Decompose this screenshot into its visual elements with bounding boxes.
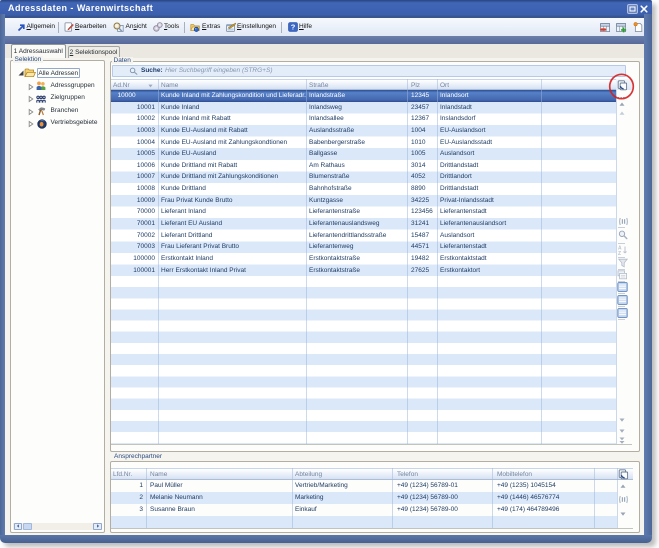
svg-text:?: ? bbox=[290, 23, 295, 32]
svg-text:Z: Z bbox=[618, 250, 621, 254]
